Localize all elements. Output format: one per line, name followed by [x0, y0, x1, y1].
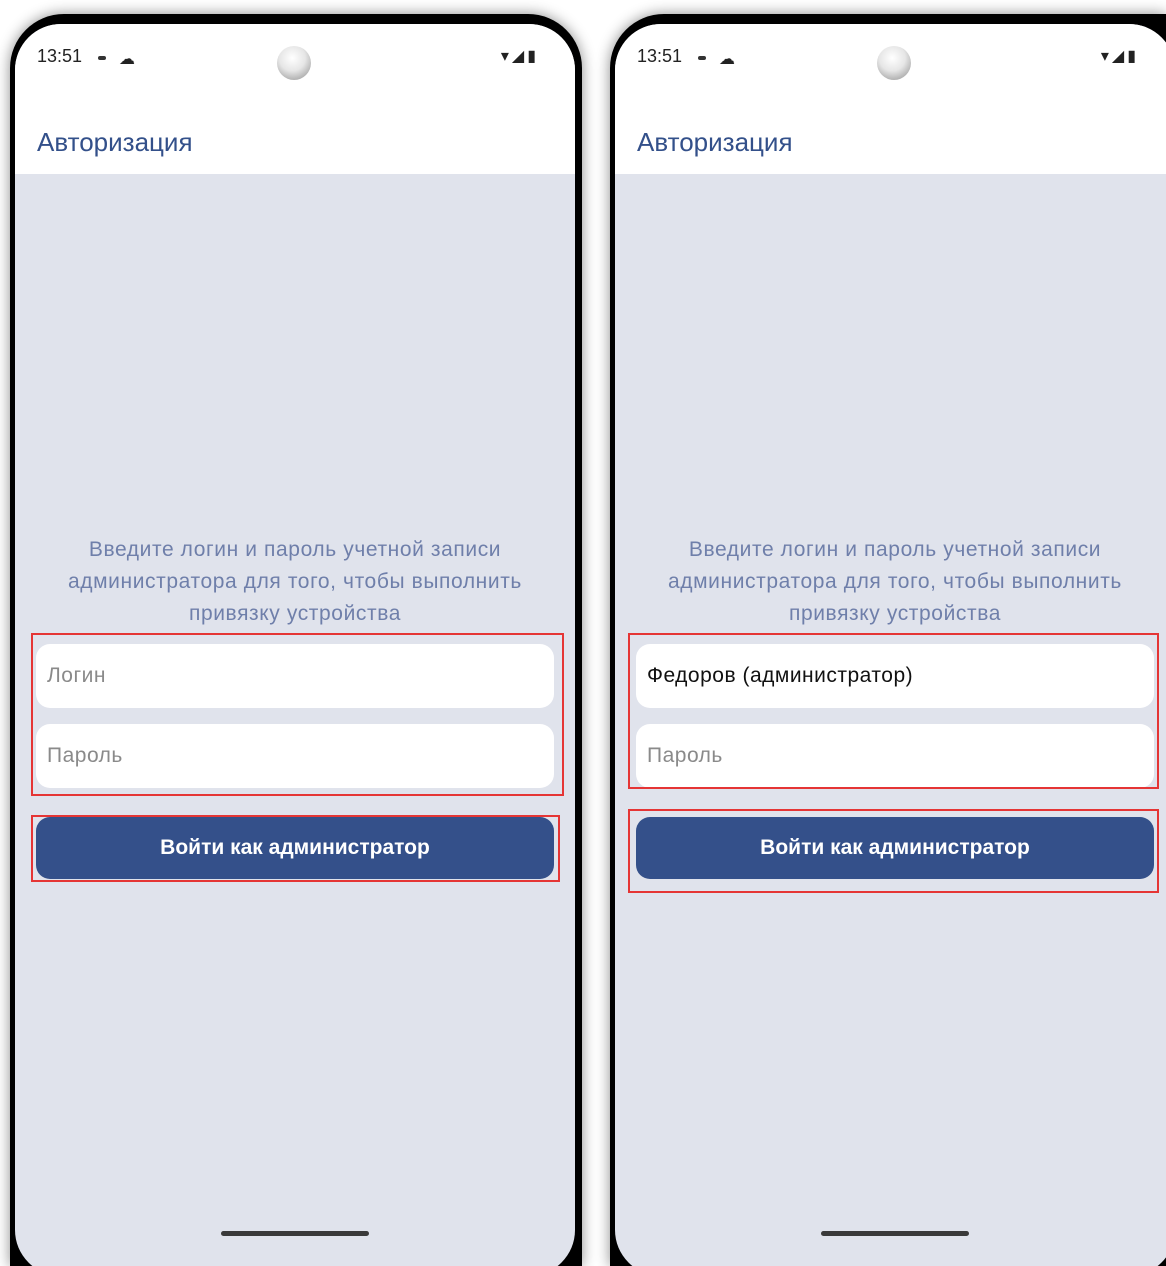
- signal-battery-icons: ▾◢▮: [500, 46, 539, 65]
- highlight-credentials-box: [628, 633, 1159, 789]
- app-bar: 13:51 ☁ ▾◢▮ Авторизация: [15, 24, 575, 174]
- status-notification-dot: [698, 56, 706, 60]
- instruction-text: Введите логин и пароль учетной записи ад…: [668, 538, 1122, 625]
- cloud-icon: ☁: [119, 51, 135, 68]
- front-camera-icon: [877, 46, 911, 80]
- instruction-text: Введите логин и пароль учетной записи ад…: [68, 538, 522, 625]
- page-title: Авторизация: [637, 127, 793, 157]
- highlight-button-box: [628, 809, 1159, 893]
- home-indicator[interactable]: [821, 1231, 969, 1236]
- highlight-button-box: [31, 815, 560, 882]
- cloud-icon: ☁: [719, 51, 735, 68]
- signal-battery-icons: ▾◢▮: [1100, 46, 1139, 65]
- front-camera-icon: [277, 46, 311, 80]
- page-title: Авторизация: [37, 127, 193, 157]
- app-bar: 13:51 ☁ ▾◢▮ Авторизация: [615, 24, 1166, 174]
- status-notification-dot: [98, 56, 106, 60]
- highlight-credentials-box: [31, 633, 564, 796]
- status-time: 13:51: [637, 46, 683, 66]
- home-indicator[interactable]: [221, 1231, 369, 1236]
- status-time: 13:51: [37, 46, 83, 66]
